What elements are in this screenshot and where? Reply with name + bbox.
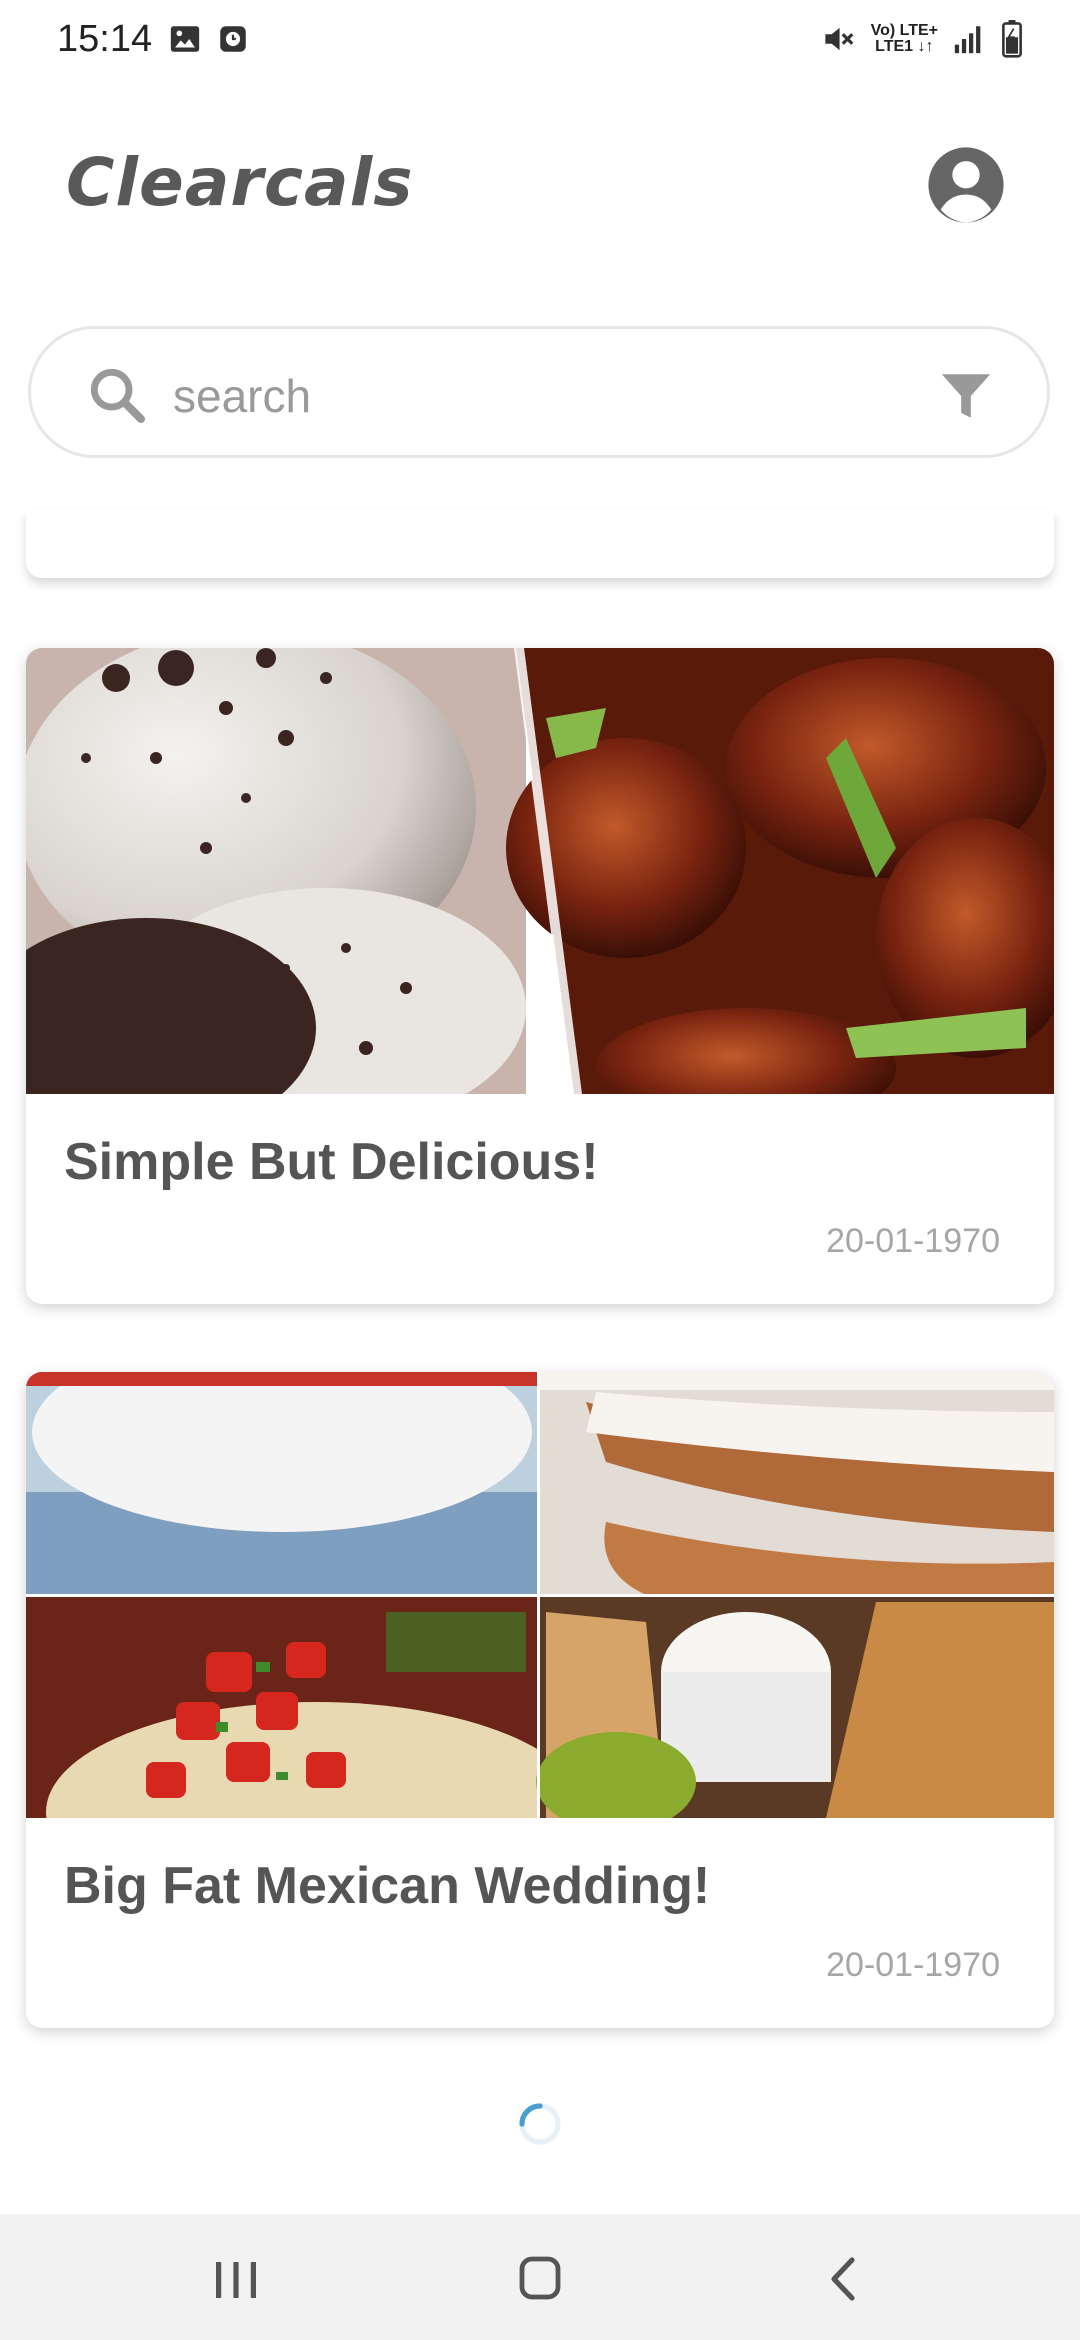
account-button[interactable] xyxy=(925,144,1007,226)
status-bar: 15:14 Vo) LTE+ LTE1 ↓↑ xyxy=(0,0,1080,80)
lte-indicator: Vo) LTE+ LTE1 ↓↑ xyxy=(870,22,938,55)
search-input[interactable] xyxy=(171,363,935,429)
quesadilla-image xyxy=(536,1597,1054,1818)
cake-image xyxy=(540,1372,1054,1595)
status-time: 15:14 xyxy=(57,18,153,60)
filter-icon[interactable] xyxy=(937,367,995,425)
card-image xyxy=(26,648,1054,1094)
card-title: Simple But Delicious! xyxy=(64,1133,599,1191)
card-title: Big Fat Mexican Wedding! xyxy=(64,1857,711,1915)
image-icon xyxy=(170,26,200,52)
burrito-image xyxy=(26,1597,586,1818)
back-button[interactable] xyxy=(804,2244,884,2314)
recent-apps-icon xyxy=(216,2262,256,2298)
ice-cream-image xyxy=(26,648,526,1094)
recipe-card[interactable]: Simple But Delicious! 20-01-1970 xyxy=(26,648,1054,1304)
loading-spinner xyxy=(519,2103,561,2145)
card-image xyxy=(26,1372,1054,1818)
app-bar: Clearcals xyxy=(0,100,1080,280)
back-icon xyxy=(831,2257,855,2301)
battery-icon xyxy=(1002,20,1022,58)
salsa-bowl-image xyxy=(26,1372,538,1595)
home-button[interactable] xyxy=(500,2244,580,2314)
card-date: 20-01-1970 xyxy=(826,1222,1000,1260)
card-partial[interactable] xyxy=(26,510,1054,578)
app-title: Clearcals xyxy=(66,144,414,221)
alarm-icon xyxy=(220,26,246,52)
card-date: 20-01-1970 xyxy=(826,1946,1000,1984)
signal-icon xyxy=(954,26,981,54)
recipe-card[interactable]: Big Fat Mexican Wedding! 20-01-1970 xyxy=(26,1372,1054,2028)
mute-icon xyxy=(824,27,853,51)
home-icon xyxy=(519,2256,561,2300)
search-icon[interactable] xyxy=(85,363,149,427)
search-bar[interactable] xyxy=(28,326,1050,458)
recent-apps-button[interactable] xyxy=(196,2244,276,2314)
account-circle-icon xyxy=(928,147,1004,223)
system-nav-bar xyxy=(0,2214,1080,2340)
